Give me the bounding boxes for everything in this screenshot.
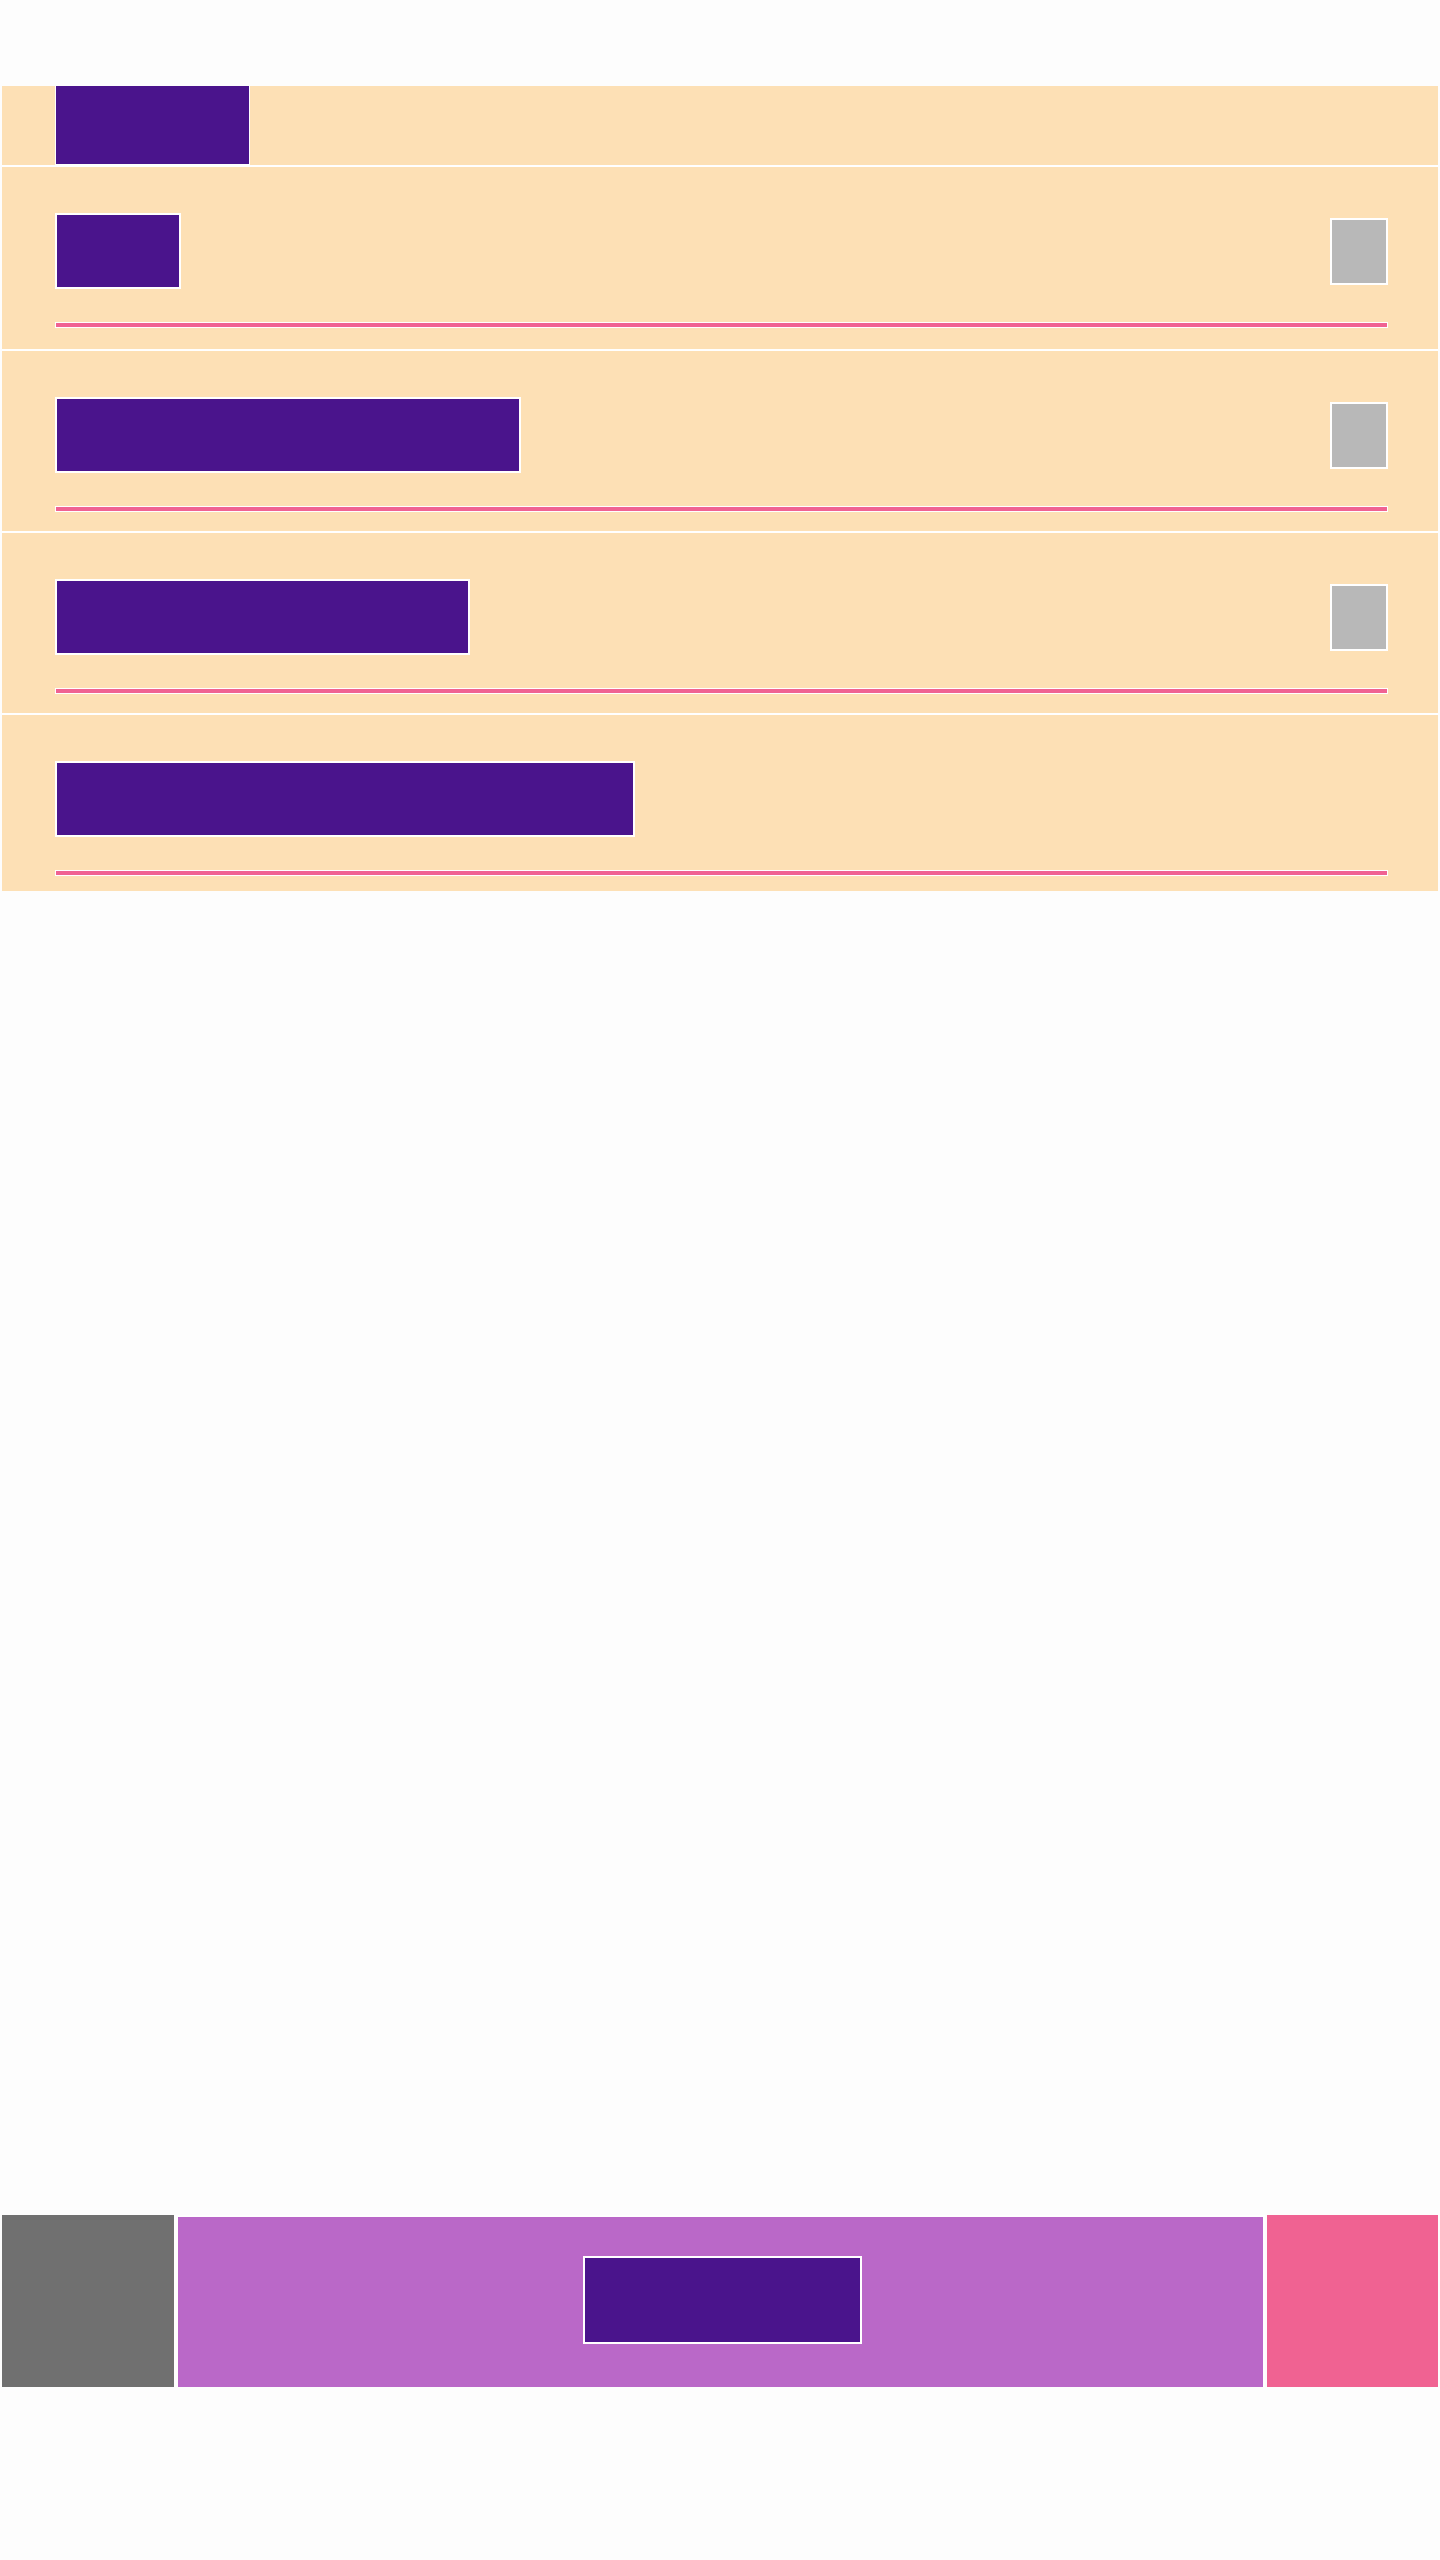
list-header [2,86,1438,167]
header-title [55,86,250,165]
list-item-checkbox[interactable] [1330,218,1388,285]
list-panel [2,86,1438,891]
list-item-label [55,213,181,289]
bottom-center-button[interactable] [583,2256,862,2344]
list-item-checkbox[interactable] [1330,584,1388,651]
list-item[interactable] [2,713,1438,897]
bottom-bar [2,2215,1438,2387]
list-item-divider [55,322,1388,328]
list-item-divider [55,688,1388,694]
bottom-left-button[interactable] [2,2215,176,2387]
list-item-checkbox[interactable] [1330,402,1388,469]
list-item-label [55,397,521,473]
list-item[interactable] [2,349,1438,533]
list-item-divider [55,870,1388,876]
bottom-right-button[interactable] [1267,2215,1438,2387]
list-item[interactable] [2,167,1438,349]
list-item-divider [55,506,1388,512]
bottom-center-panel [176,2215,1265,2387]
list-item-label [55,579,470,655]
list-item[interactable] [2,531,1438,715]
list-item-label [55,761,635,837]
